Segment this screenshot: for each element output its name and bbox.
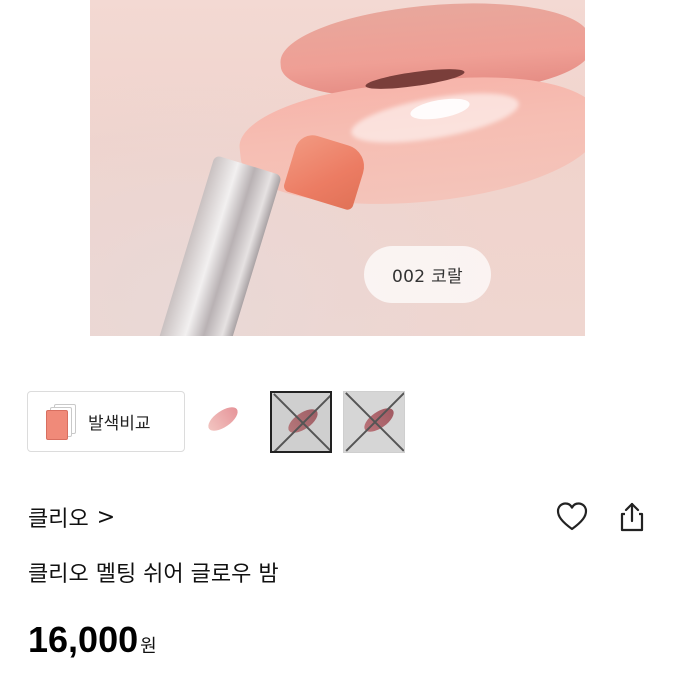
price: 16,000 원	[28, 619, 157, 661]
brand-link[interactable]: 클리오 >	[28, 500, 115, 534]
price-currency: 원	[140, 636, 157, 657]
price-amount: 16,000	[28, 619, 139, 660]
shade-thumbnail-2[interactable]	[270, 391, 332, 453]
color-compare-label: 발색비교	[88, 414, 151, 434]
shade-label-pill: 002 코랄	[364, 246, 491, 303]
share-button[interactable]	[615, 500, 649, 534]
swatch-cards-icon	[46, 403, 76, 440]
brand-name: 클리오	[28, 507, 89, 532]
product-title: 클리오 멜팅 쉬어 글로우 밤	[28, 562, 279, 587]
product-image[interactable]: 002 코랄	[90, 0, 585, 336]
shade-thumbnail-3[interactable]	[343, 391, 405, 453]
wishlist-button[interactable]	[555, 500, 589, 534]
chevron-right-icon: >	[96, 504, 116, 530]
swatch-smear-icon	[204, 402, 242, 436]
shade-thumbnail-1[interactable]	[192, 391, 254, 453]
heart-icon	[556, 502, 588, 531]
color-compare-button[interactable]: 발색비교	[27, 391, 185, 452]
share-icon	[620, 502, 644, 532]
